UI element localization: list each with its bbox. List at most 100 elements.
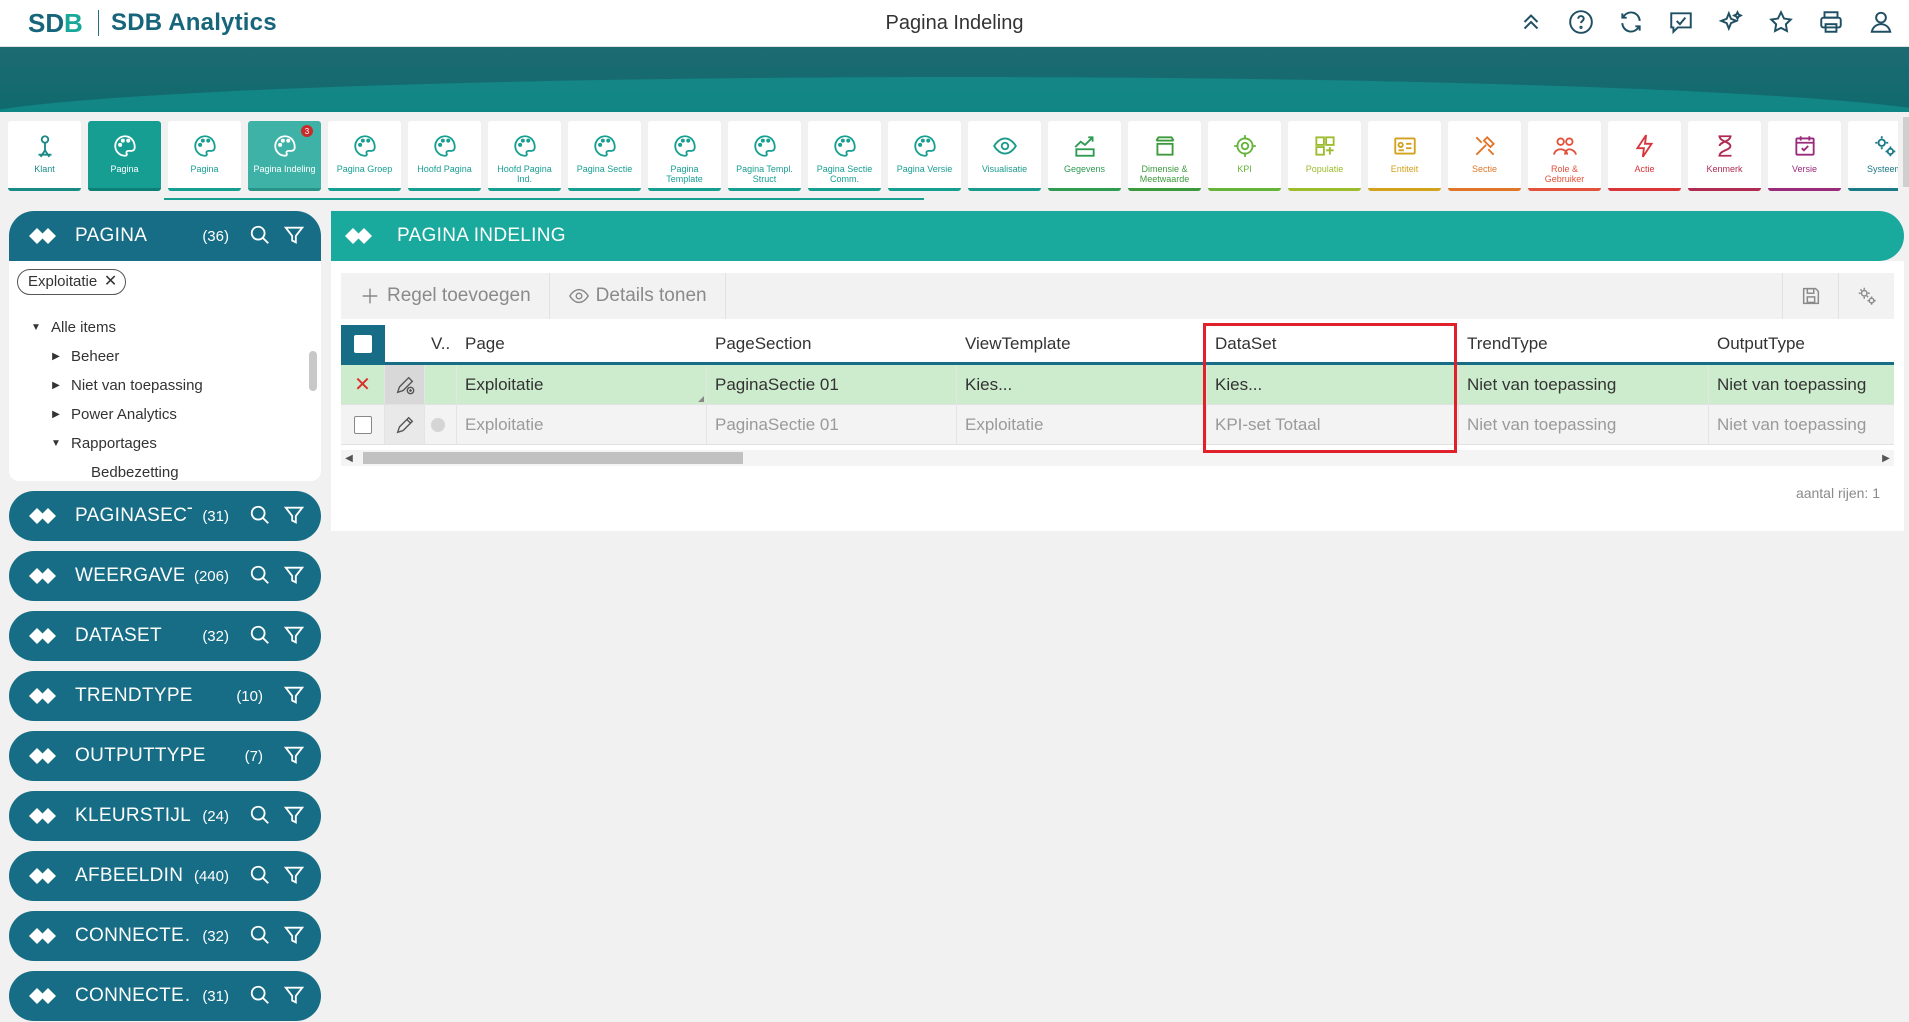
- tile-hoofd-pagina-ind[interactable]: Hoofd Pagina Ind.: [488, 121, 561, 191]
- search-icon[interactable]: [249, 924, 273, 948]
- tile-pagina-versie[interactable]: Pagina Versie: [888, 121, 961, 191]
- filter-icon[interactable]: [283, 224, 307, 248]
- tree-node[interactable]: ▶ Power Analytics: [29, 400, 203, 429]
- panel-head-pagina[interactable]: PAGINA (36): [9, 211, 321, 261]
- col-trend-header[interactable]: TrendType: [1459, 325, 1709, 362]
- scroll-left-arrow-icon[interactable]: ◀: [341, 450, 357, 466]
- cell-output[interactable]: Niet van toepassing: [1709, 405, 1894, 444]
- tile-pagina-template[interactable]: Pagina Template: [648, 121, 721, 191]
- search-icon[interactable]: [249, 504, 273, 528]
- cell-page[interactable]: Exploitatie: [457, 405, 707, 444]
- panel-head-kleurstijl-5[interactable]: KLEURSTIJL (24): [9, 791, 321, 841]
- panel-head-outputtype-4[interactable]: OUTPUTTYPE (7): [9, 731, 321, 781]
- tile-dimensie-meetwaarde[interactable]: Dimensie & Meetwaarde: [1128, 121, 1201, 191]
- tile-pagina-templ-struct[interactable]: Pagina Templ. Struct: [728, 121, 801, 191]
- close-icon[interactable]: ✕: [104, 270, 117, 294]
- cell-output-select[interactable]: Niet van toepassing: [1709, 365, 1894, 404]
- cell-dataset-select[interactable]: Kies...: [1207, 365, 1459, 404]
- grid-horizontal-scrollbar[interactable]: ◀ ▶: [341, 450, 1894, 466]
- tile-pagina[interactable]: Pagina: [88, 121, 161, 191]
- tree-node[interactable]: ▶ Niet van toepassing: [29, 371, 203, 400]
- tree-node[interactable]: ▼ Alle items: [29, 313, 203, 342]
- filter-chip[interactable]: Exploitatie ✕: [17, 269, 127, 295]
- col-dataset-header[interactable]: DataSet: [1207, 325, 1459, 362]
- cell-trend-select[interactable]: Niet van toepassing: [1459, 365, 1709, 404]
- collapse-up-icon[interactable]: [1517, 8, 1545, 36]
- panel-head-connecte-7[interactable]: CONNECTE… (32): [9, 911, 321, 961]
- add-row-button[interactable]: Regel toevoegen: [341, 273, 550, 319]
- show-details-button[interactable]: Details tonen: [550, 273, 726, 319]
- filter-icon[interactable]: [283, 804, 307, 828]
- caret-right-icon[interactable]: ▶: [49, 380, 63, 391]
- app-logo[interactable]: SD B SDB Analytics: [28, 8, 277, 38]
- cancel-edit-icon[interactable]: ✕: [354, 372, 371, 397]
- search-icon[interactable]: [249, 224, 273, 248]
- cell-section[interactable]: PaginaSectie 01: [707, 405, 957, 444]
- search-icon[interactable]: [249, 864, 273, 888]
- tile-klant[interactable]: Klant: [8, 121, 81, 191]
- tile-kenmerk[interactable]: Kenmerk: [1688, 121, 1761, 191]
- edit-add-icon[interactable]: [394, 374, 416, 396]
- filter-icon[interactable]: [283, 924, 307, 948]
- tile-pagina-sectie[interactable]: Pagina Sectie: [568, 121, 641, 191]
- tile-pagina-sectie-comm[interactable]: Pagina Sectie Comm.: [808, 121, 881, 191]
- save-icon[interactable]: [1782, 273, 1838, 319]
- favorite-star-icon[interactable]: [1767, 8, 1795, 36]
- scrollbar-thumb[interactable]: [363, 452, 743, 464]
- col-output-header[interactable]: OutputType: [1709, 325, 1894, 362]
- filter-icon[interactable]: [283, 744, 307, 768]
- user-icon[interactable]: [1867, 8, 1895, 36]
- filter-icon[interactable]: [283, 564, 307, 588]
- tree-node[interactable]: Bedbezetting: [29, 458, 203, 481]
- panel-head-afbeelding-6[interactable]: AFBEELDING (440): [9, 851, 321, 901]
- select-all-checkbox[interactable]: [354, 334, 372, 353]
- tree-node[interactable]: ▼ Rapportages: [29, 429, 203, 458]
- print-icon[interactable]: [1817, 8, 1845, 36]
- tile-hoofd-pagina[interactable]: Hoofd Pagina: [408, 121, 481, 191]
- refresh-icon[interactable]: [1617, 8, 1645, 36]
- tile-role-gebruiker[interactable]: Role & Gebruiker: [1528, 121, 1601, 191]
- tile-sectie[interactable]: Sectie: [1448, 121, 1521, 191]
- panel-head-connecte-8[interactable]: CONNECTE… (31): [9, 971, 321, 1021]
- col-section-header[interactable]: PageSection: [707, 325, 957, 362]
- tile-pagina-indeling[interactable]: Pagina Indeling 3: [248, 121, 321, 191]
- tile-pagina[interactable]: Pagina: [168, 121, 241, 191]
- search-icon[interactable]: [249, 804, 273, 828]
- filter-icon[interactable]: [283, 984, 307, 1008]
- tree-node[interactable]: ▶ Beheer: [29, 342, 203, 371]
- cell-trend[interactable]: Niet van toepassing: [1459, 405, 1709, 444]
- tile-visualisatie[interactable]: Visualisatie: [968, 121, 1041, 191]
- cell-view-select[interactable]: Kies...: [957, 365, 1207, 404]
- col-page-header[interactable]: Page: [457, 325, 707, 362]
- sparkle-star-icon[interactable]: [1717, 8, 1745, 36]
- cell-page-input[interactable]: Exploitatie: [457, 365, 707, 404]
- tile-populatie[interactable]: Populatie: [1288, 121, 1361, 191]
- search-icon[interactable]: [249, 564, 273, 588]
- page-vertical-scrollbar[interactable]: [1903, 117, 1909, 187]
- tile-entiteit[interactable]: Entiteit: [1368, 121, 1441, 191]
- edit-icon[interactable]: [394, 414, 416, 436]
- col-view-header[interactable]: ViewTemplate: [957, 325, 1207, 362]
- filter-icon[interactable]: [283, 504, 307, 528]
- panel-head-weergave-1[interactable]: WEERGAVE… (206): [9, 551, 321, 601]
- tile-versie[interactable]: Versie: [1768, 121, 1841, 191]
- tile-pagina-groep[interactable]: Pagina Groep: [328, 121, 401, 191]
- filter-icon[interactable]: [283, 864, 307, 888]
- tile-gegevens[interactable]: Gegevens: [1048, 121, 1121, 191]
- tile-systeem[interactable]: Systeem: [1848, 121, 1898, 191]
- cell-dataset[interactable]: KPI-set Totaal: [1207, 405, 1459, 444]
- help-icon[interactable]: [1567, 8, 1595, 36]
- table-row[interactable]: Exploitatie PaginaSectie 01 Exploitatie …: [341, 405, 1894, 445]
- filter-icon[interactable]: [283, 684, 307, 708]
- filter-icon[interactable]: [283, 624, 307, 648]
- table-row[interactable]: ✕ Exploitatie PaginaSectie 01 Kies... Ki…: [341, 365, 1894, 405]
- caret-down-icon[interactable]: ▼: [49, 438, 63, 449]
- settings-gears-icon[interactable]: [1838, 273, 1894, 319]
- caret-right-icon[interactable]: ▶: [49, 351, 63, 362]
- tile-actie[interactable]: Actie: [1608, 121, 1681, 191]
- panel-head-dataset-2[interactable]: DATASET (32): [9, 611, 321, 661]
- caret-down-icon[interactable]: ▼: [29, 322, 43, 333]
- col-v-header[interactable]: V..: [425, 325, 457, 362]
- caret-right-icon[interactable]: ▶: [49, 409, 63, 420]
- cell-section-input[interactable]: PaginaSectie 01: [707, 365, 957, 404]
